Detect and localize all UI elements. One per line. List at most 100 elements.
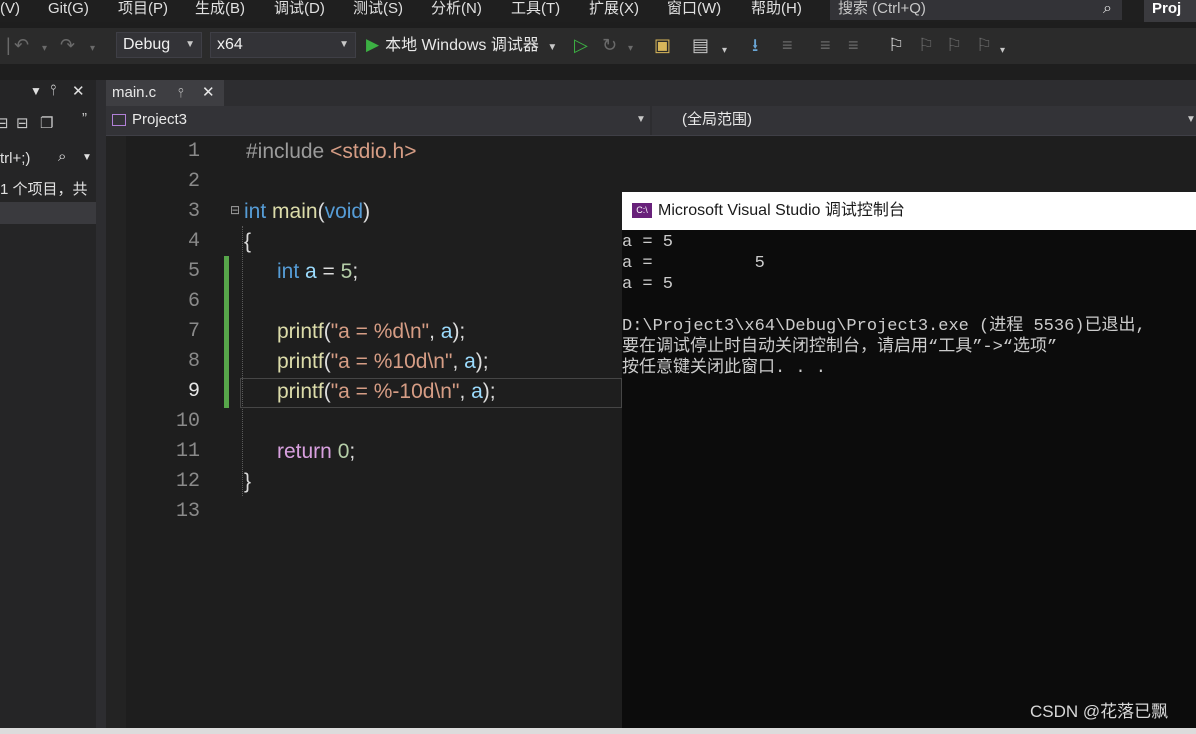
debug-console-window[interactable]: C:\ Microsoft Visual Studio 调试控制台 a = 5 … (622, 192, 1196, 734)
configuration-select[interactable]: Debug ▼ (116, 32, 202, 58)
token-keyword: int (244, 200, 267, 223)
line-number: 11 (175, 440, 200, 463)
collapse-block-icon[interactable]: ⊟ (230, 203, 240, 217)
pin-icon[interactable]: ⫯ (178, 80, 184, 106)
token-punct: ); (475, 350, 489, 373)
uncomment-icon[interactable]: ≡ (848, 34, 859, 56)
tab-title: main.c (112, 84, 157, 101)
redo-dropdown-icon[interactable]: ▾ (90, 38, 95, 60)
token-punct: ( (323, 380, 331, 403)
panel-menu-icon[interactable]: ▼ (30, 84, 42, 98)
menu-project[interactable]: 项目(P) (118, 0, 168, 18)
run-label: 本地 Windows 调试器 (385, 37, 539, 54)
copy-icon[interactable]: ❐ (40, 114, 53, 132)
token-directive: #include (246, 140, 325, 163)
nav-divider (650, 106, 652, 135)
editor-margin (106, 136, 126, 734)
token-string: "a = %10d\n" (330, 350, 453, 373)
token-keyword: int (277, 260, 300, 283)
code-line-11: return 0; (277, 437, 355, 467)
tab-main-c[interactable]: main.c ⫯ ✕ (106, 80, 224, 106)
line-number: 1 (187, 140, 200, 163)
menu-tools[interactable]: 工具(T) (511, 0, 560, 18)
bookmark-icon[interactable]: ⚐ (888, 34, 904, 56)
token-punct: ); (482, 380, 496, 403)
toolbar: | ↶ ▾ ↷ ▾ Debug ▼ x64 ▼ ▶ 本地 Windows 调试器 … (0, 28, 1196, 64)
menu-window[interactable]: 窗口(W) (667, 0, 721, 18)
document-tab-strip: main.c ⫯ ✕ (106, 80, 1196, 106)
comment-icon[interactable]: ≡ (820, 34, 831, 56)
menu-view[interactable]: (V) (0, 0, 20, 18)
token-punct: ; (352, 260, 359, 283)
console-app-icon: C:\ (632, 203, 652, 218)
redo-icon[interactable]: ↷ (60, 34, 75, 56)
toolbar-grip-icon: | (6, 35, 11, 55)
code-line-12: } (244, 470, 252, 493)
line-number: 5 (187, 260, 200, 283)
close-icon[interactable]: ✕ (72, 82, 85, 100)
project-title-tab[interactable]: Proj (1144, 0, 1196, 22)
undo-icon[interactable]: ↶ (14, 34, 29, 56)
menu-analyze[interactable]: 分析(N) (431, 0, 482, 18)
chevron-down-icon: ▼ (547, 42, 558, 53)
chevron-down-icon[interactable]: ▼ (636, 114, 646, 125)
search-icon[interactable]: ⌕ (58, 148, 66, 165)
nav-project-select[interactable]: Project3 (132, 110, 187, 130)
start-debugging-button[interactable]: ▶ 本地 Windows 调试器 ▼ (366, 32, 557, 58)
toolbar-overflow-icon[interactable]: ▾ (1000, 40, 1005, 62)
collapse-all-icon[interactable]: ⊟ (16, 114, 29, 132)
code-line-1: #include <stdio.h> (246, 137, 416, 167)
close-icon[interactable]: ✕ (202, 80, 215, 106)
token-punct: ( (317, 200, 325, 223)
panel-splitter[interactable] (96, 80, 106, 734)
menu-git[interactable]: Git(G) (48, 0, 89, 18)
project-icon (112, 114, 126, 126)
clear-bookmarks-icon[interactable]: ⚐ (976, 34, 992, 56)
platform-value: x64 (217, 36, 243, 53)
play-icon: ▶ (366, 35, 380, 54)
menu-debug[interactable]: 调试(D) (274, 0, 325, 18)
hot-reload-dropdown-icon[interactable]: ▾ (628, 38, 633, 60)
token-header: <stdio.h> (330, 140, 417, 163)
start-without-debugging-icon[interactable]: ▷ (574, 34, 588, 56)
token-number: 5 (340, 260, 353, 283)
explorer-search-hint[interactable]: trl+;) (0, 150, 30, 167)
search-box[interactable]: 搜索 (Ctrl+Q) ⌕ (830, 0, 1122, 20)
chevron-down-icon: ▼ (339, 39, 349, 50)
console-line: 要在调试停止时自动关闭控制台，请启用“工具”->“选项” (622, 338, 1058, 357)
line-number: 4 (187, 230, 200, 253)
code-line-8: printf("a = %10d\n", a); (277, 347, 489, 377)
hot-reload-icon[interactable]: ↻ (602, 34, 617, 56)
window-layout-icon[interactable]: ▤ (692, 34, 709, 56)
menu-extensions[interactable]: 扩展(X) (589, 0, 639, 18)
nav-scope-select[interactable]: (全局范围) (682, 110, 752, 130)
collapse-icon[interactable]: ⊟ (0, 114, 9, 132)
token-punct: , (429, 320, 441, 343)
line-number: 2 (187, 170, 200, 193)
undo-dropdown-icon[interactable]: ▾ (42, 38, 47, 60)
chevron-down-icon[interactable]: ▼ (1186, 114, 1196, 125)
menu-bar: (V) Git(G) 项目(P) 生成(B) 调试(D) 测试(S) 分析(N)… (0, 0, 1196, 22)
menu-test[interactable]: 测试(S) (353, 0, 403, 18)
token-punct: , (459, 380, 472, 403)
search-icon[interactable]: ⌕ (1103, 0, 1112, 18)
next-bookmark-icon[interactable]: ⚐ (946, 34, 962, 56)
line-number: 12 (175, 470, 200, 493)
overflow-icon[interactable]: ” (82, 110, 87, 127)
prev-bookmark-icon[interactable]: ⚐ (918, 34, 934, 56)
platform-select[interactable]: x64 ▼ (210, 32, 356, 58)
pin-icon[interactable]: ⫯ (50, 82, 57, 99)
menu-build[interactable]: 生成(B) (195, 0, 245, 18)
selected-tree-row[interactable] (0, 202, 96, 224)
layout-dropdown-icon[interactable]: ▾ (722, 40, 727, 62)
chevron-down-icon[interactable]: ▼ (82, 152, 92, 163)
line-number: 7 (187, 320, 200, 343)
solution-summary: 1 个项目，共 (0, 181, 88, 198)
format-icon[interactable]: ≡ (782, 34, 793, 56)
navigation-bar: Project3 ▼ (全局范围) ▼ (106, 106, 1196, 136)
console-title-bar[interactable]: C:\ Microsoft Visual Studio 调试控制台 (622, 192, 1196, 230)
menu-help[interactable]: 帮助(H) (751, 0, 802, 18)
folder-icon[interactable]: ▣ (654, 34, 671, 56)
step-icon[interactable]: ⭳ (752, 34, 758, 56)
token-number: 0 (337, 440, 350, 463)
